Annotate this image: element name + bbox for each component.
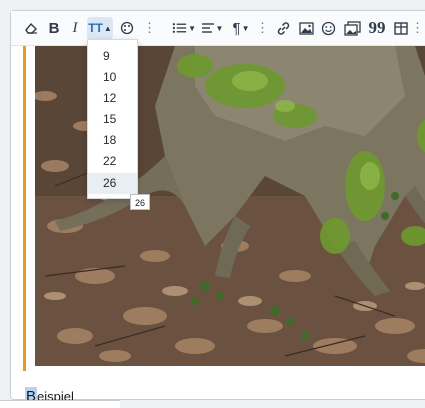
chevron-down-icon: ▼ xyxy=(241,23,250,33)
editor-toolbar: B I TT ▲ ⋮ ▼ ▼ ¶ ▼ ⋮ 99 ⋮ xyxy=(11,11,425,46)
rich-text-editor: B I TT ▲ ⋮ ▼ ▼ ¶ ▼ ⋮ 99 ⋮ B eispiel xyxy=(10,10,425,407)
font-size-dropdown: 9 10 12 15 18 22 26 xyxy=(87,39,138,199)
more-vertical-icon[interactable]: ⋮ xyxy=(411,20,424,36)
chevron-down-icon: ▼ xyxy=(188,23,196,33)
font-size-option[interactable]: 22 xyxy=(88,151,137,172)
quote-icon[interactable]: 99 xyxy=(367,17,387,39)
font-size-option[interactable]: 15 xyxy=(88,109,137,130)
emoji-icon[interactable] xyxy=(319,17,337,39)
more-vertical-icon[interactable]: ⋮ xyxy=(143,20,156,36)
chevron-down-icon: ▲ xyxy=(103,23,112,33)
font-size-icon: TT xyxy=(88,21,103,35)
font-size-option[interactable]: 12 xyxy=(88,88,137,109)
editor-content[interactable]: Beispiel xyxy=(11,46,425,407)
font-size-button[interactable]: TT ▲ xyxy=(87,17,113,39)
media-icon[interactable] xyxy=(342,17,362,39)
more-vertical-icon[interactable]: ⋮ xyxy=(256,20,269,36)
font-size-option[interactable]: 10 xyxy=(88,67,137,88)
list-button[interactable]: ▼ xyxy=(172,17,196,39)
paragraph-icon: ¶ xyxy=(232,19,241,37)
clear-format-icon[interactable] xyxy=(21,17,41,39)
align-button[interactable]: ▼ xyxy=(200,17,224,39)
link-icon[interactable] xyxy=(274,17,292,39)
image-icon[interactable] xyxy=(297,17,315,39)
chevron-down-icon: ▼ xyxy=(215,23,224,33)
font-size-option[interactable]: 9 xyxy=(88,46,137,67)
table-icon[interactable] xyxy=(392,17,410,39)
list-icon xyxy=(172,23,187,33)
italic-button[interactable]: I xyxy=(68,17,82,39)
bold-button[interactable]: B xyxy=(46,17,62,39)
font-size-option-selected[interactable]: 26 xyxy=(88,173,137,194)
tooltip: 26 xyxy=(130,194,150,210)
font-size-option[interactable]: 18 xyxy=(88,130,137,151)
blockquote-bar xyxy=(23,46,26,371)
paragraph-button[interactable]: ¶ ▼ xyxy=(229,17,253,39)
align-icon xyxy=(201,23,214,33)
palette-icon[interactable] xyxy=(118,17,136,39)
